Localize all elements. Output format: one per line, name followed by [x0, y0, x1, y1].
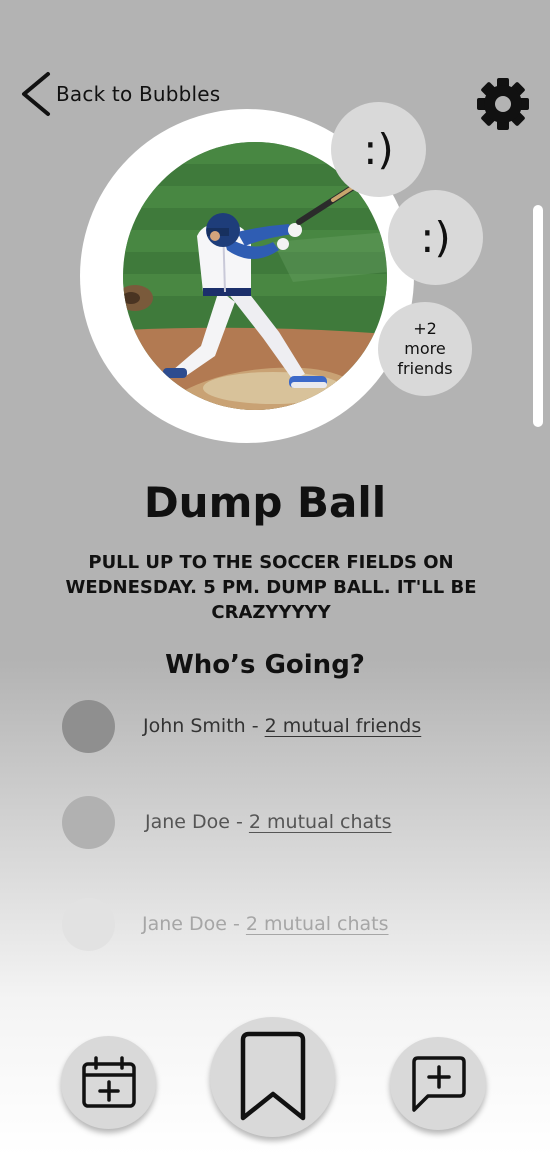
mutual-chats-link[interactable]: 2 mutual chats — [249, 811, 392, 833]
avatar — [62, 897, 115, 951]
more-friends-label: +2 more friends — [397, 319, 453, 378]
attendee-row[interactable]: Jane Doe - 2 mutual chats — [62, 795, 392, 849]
new-message-button[interactable] — [390, 1037, 486, 1130]
chevron-left-icon — [22, 72, 50, 116]
scrollbar[interactable] — [533, 205, 543, 427]
event-description: PULL UP TO THE SOCCER FIELDS ON WEDNESDA… — [65, 552, 477, 623]
back-button[interactable]: Back to Bubbles — [18, 70, 220, 118]
gear-icon — [477, 78, 529, 130]
bookmark-button[interactable] — [210, 1017, 335, 1137]
attendee-name: Jane Doe — [145, 811, 230, 833]
attendee-name: John Smith — [143, 715, 246, 737]
avatar — [62, 795, 115, 849]
add-to-calendar-button[interactable] — [61, 1036, 156, 1129]
more-friends-button[interactable]: +2 more friends — [378, 302, 472, 396]
attendee-row[interactable]: John Smith - 2 mutual friends — [62, 699, 421, 753]
message-add-icon — [412, 1055, 466, 1112]
attendee-row[interactable]: Jane Doe - 2 mutual chats — [62, 897, 389, 951]
mutual-friends-link[interactable]: 2 mutual friends — [265, 715, 422, 737]
smiley-icon: :) — [363, 125, 394, 174]
calendar-add-icon — [81, 1055, 136, 1108]
back-label: Back to Bubbles — [56, 82, 221, 106]
event-title: Dump Ball — [143, 478, 387, 527]
smiley-icon: :) — [420, 213, 451, 262]
bookmark-icon — [240, 1031, 305, 1121]
mutual-chats-link[interactable]: 2 mutual chats — [246, 913, 389, 935]
friend-avatar-2[interactable]: :) — [388, 190, 483, 285]
settings-button[interactable] — [474, 75, 532, 133]
attendee-name: Jane Doe — [142, 913, 227, 935]
friend-avatar-1[interactable]: :) — [331, 102, 426, 197]
avatar — [62, 699, 115, 753]
attendees-heading: Who’s Going? — [165, 650, 365, 680]
